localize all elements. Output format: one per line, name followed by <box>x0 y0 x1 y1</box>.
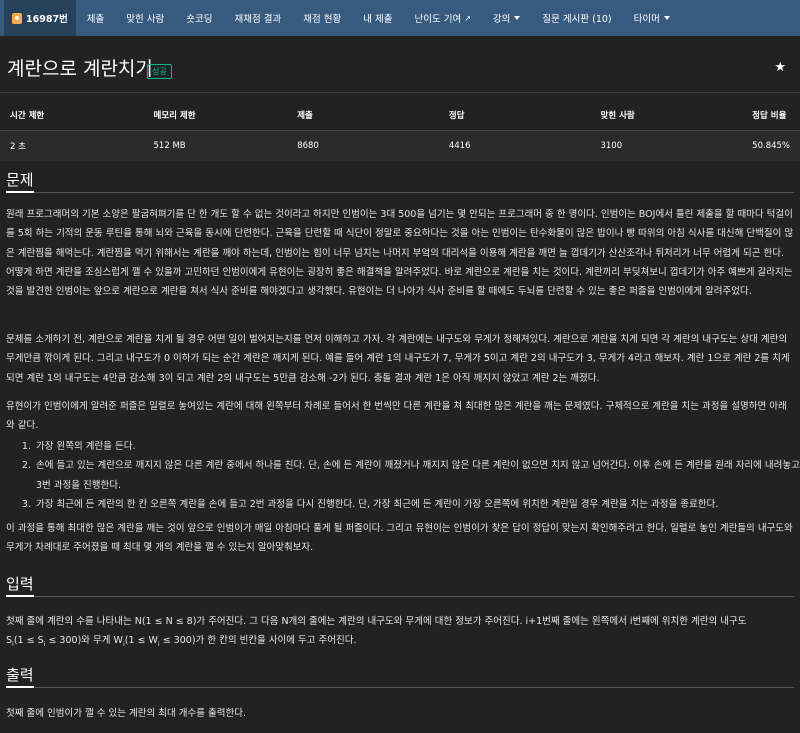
problem-number-tab[interactable]: 16987번 <box>4 0 76 36</box>
page-title: 계란으로 계란치기 <box>7 58 153 80</box>
nav-status-label: 채점 현황 <box>303 14 342 25</box>
description-heading: 문제 <box>6 171 34 189</box>
solved-users-value: 3100 <box>600 141 623 151</box>
nav-lectures-label: 강의 <box>492 14 511 25</box>
nav-question-board[interactable]: 질문 게시판 (10) <box>531 0 622 36</box>
input-line-1: 첫째 줄에 계란의 수를 나타내는 N(1 ≤ N ≤ 8)가 주어진다. 그 … <box>6 616 747 627</box>
input-heading: 입력 <box>6 575 34 593</box>
nav-solved-users-label: 맞힌 사람 <box>126 14 165 25</box>
nav-difficulty-contribution[interactable]: 난이도 기여 ↗ <box>403 0 481 36</box>
steps-list: 가장 왼쪽의 계란을 든다. 손에 들고 있는 계란으로 깨지지 않은 다른 계… <box>20 437 800 514</box>
description-closing: 이 과정을 통해 최대한 많은 계란을 깨는 것이 앞으로 인범이가 매일 아침… <box>6 523 793 554</box>
output-section-heading: 출력 <box>6 664 34 685</box>
nav-rejudge-results-label: 재채점 결과 <box>234 14 282 25</box>
star-icon[interactable]: ★ <box>774 60 786 75</box>
nav-rejudge-results[interactable]: 재채점 결과 <box>224 0 293 36</box>
list-item: 손에 들고 있는 계란으로 깨지지 않은 다른 계란 중에서 하나를 친다. 단… <box>34 456 800 495</box>
nav-short-coding-label: 숏코딩 <box>186 14 213 25</box>
medal-icon <box>12 12 22 24</box>
divider <box>6 596 794 597</box>
input-line-2-e: ≤ 300)가 한 칸의 빈칸을 사이에 두고 주어진다. <box>159 635 357 647</box>
output-description: 첫째 줄에 인범이가 깰 수 있는 계란의 최대 개수를 출력한다. <box>6 708 246 719</box>
heading-underline <box>6 191 34 193</box>
nav-submit-label: 제출 <box>86 14 105 25</box>
list-item: 가장 왼쪽의 계란을 든다. <box>34 437 800 456</box>
list-item: 가장 최근에 든 계란의 한 칸 오른쪽 계란을 손에 들고 2번 과정을 다시… <box>34 495 800 514</box>
status-badge: 성공 <box>147 64 172 79</box>
header-time-limit: 시간 제한 <box>10 111 45 121</box>
header-accepted: 정답 <box>448 111 465 121</box>
heading-underline <box>6 595 34 597</box>
chevron-down-icon <box>663 16 670 20</box>
memory-limit-value: 512 MB <box>153 141 186 151</box>
header-submissions: 제출 <box>297 111 313 121</box>
nav-status[interactable]: 채점 현황 <box>292 0 352 36</box>
heading-underline <box>6 686 34 688</box>
input-description: 첫째 줄에 계란의 수를 나타내는 N(1 ≤ N ≤ 8)가 주어진다. 그 … <box>6 612 794 654</box>
nav-solved-users[interactable]: 맞힌 사람 <box>115 0 175 36</box>
input-line-2-d: (1 ≤ W <box>124 635 158 647</box>
divider <box>6 192 794 193</box>
table-row: 2 초 512 MB 8680 4416 3100 50.845% <box>0 130 800 161</box>
description-paragraph-2: 문제를 소개하기 전, 계란으로 계란을 치게 될 경우 어떤 일이 벌어지는지… <box>6 334 790 384</box>
accepted-value: 4416 <box>448 141 471 151</box>
divider <box>0 92 800 93</box>
chevron-down-icon <box>514 16 521 20</box>
submissions-value: 8680 <box>297 141 319 151</box>
nav-timer-label: 타이머 <box>633 14 660 25</box>
problem-number-label: 16987번 <box>26 14 68 25</box>
nav-submit[interactable]: 제출 <box>76 0 115 36</box>
top-navbar: 16987번 제출 맞힌 사람 숏코딩 재채점 결과 채점 현황 내 제출 난이… <box>0 0 800 36</box>
input-line-2-b: (1 ≤ S <box>13 635 44 647</box>
nav-difficulty-label: 난이도 기여 <box>414 14 462 25</box>
header-accept-ratio: 정답 비율 <box>752 111 787 121</box>
table-header-row: 시간 제한 메모리 제한 제출 정답 맞힌 사람 정답 비율 <box>0 100 800 131</box>
nav-timer-dropdown[interactable]: 타이머 <box>623 0 681 36</box>
divider <box>6 687 794 688</box>
time-limit-value: 2 초 <box>10 142 26 152</box>
header-memory-limit: 메모리 제한 <box>153 111 196 121</box>
nav-question-board-label: 질문 게시판 (10) <box>542 14 612 25</box>
external-link-icon: ↗ <box>464 13 471 23</box>
nav-my-submissions[interactable]: 내 제출 <box>352 0 403 36</box>
description-paragraph-1: 원래 프로그래머의 기본 소양은 팔굽혀펴기를 단 한 개도 할 수 없는 것이… <box>6 209 794 298</box>
header-solved-users: 맞힌 사람 <box>600 111 635 121</box>
problem-info-table: 시간 제한 메모리 제한 제출 정답 맞힌 사람 정답 비율 2 초 512 M… <box>0 100 800 161</box>
input-section-heading: 입력 <box>6 573 34 594</box>
description-section-heading: 문제 <box>6 169 34 190</box>
nav-my-submissions-label: 내 제출 <box>363 14 393 25</box>
nav-short-coding[interactable]: 숏코딩 <box>175 0 223 36</box>
accept-ratio-value: 50.845% <box>752 141 790 151</box>
output-heading: 출력 <box>6 666 34 684</box>
description-paragraph-3: 유현이가 인범이에게 알려준 퍼즐은 일렬로 놓여있는 계란에 대해 왼쪽부터 … <box>6 401 787 432</box>
input-line-2-c: ≤ 300)와 무게 W <box>45 635 123 647</box>
nav-lectures-dropdown[interactable]: 강의 <box>482 0 531 36</box>
